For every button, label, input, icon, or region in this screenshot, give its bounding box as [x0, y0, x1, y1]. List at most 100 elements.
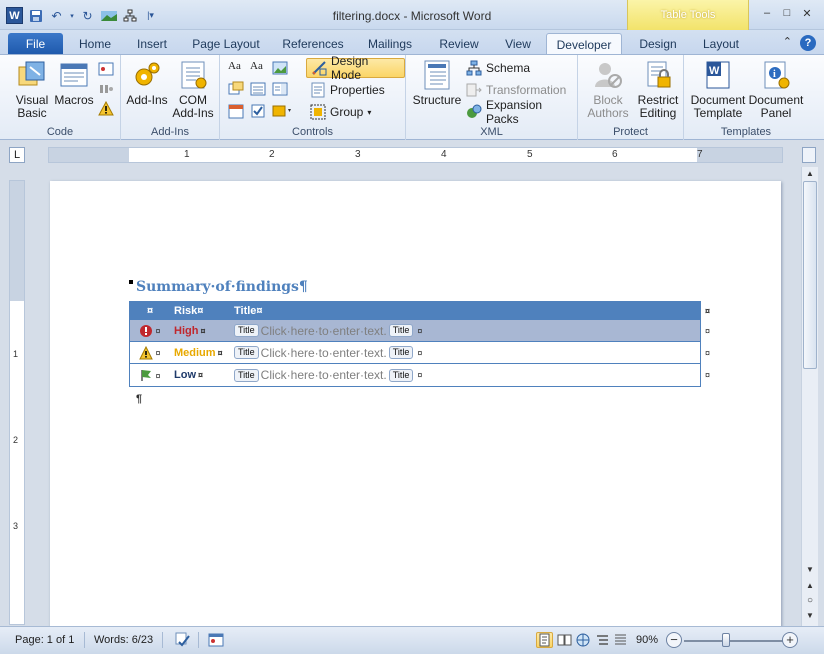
view-ruler-button[interactable] [802, 147, 816, 163]
table-row[interactable]: ¤ Medium ¤ Title Click·here·to·enter·text… [130, 342, 710, 364]
header-cell-risk[interactable]: Risk¤ [170, 305, 228, 317]
tab-selector-button[interactable]: L [9, 147, 25, 163]
document-panel-button[interactable]: i Document Panel [748, 59, 804, 120]
outline-view-icon[interactable] [594, 632, 611, 648]
record-macro-icon[interactable] [98, 61, 114, 77]
scroll-down-arrow-icon[interactable]: ▼ [802, 565, 818, 574]
risk-cell[interactable]: Low ¤ [170, 369, 228, 381]
header-cell-icon[interactable]: ¤ [130, 305, 170, 317]
check-box-control-icon[interactable] [250, 103, 266, 119]
horizontal-ruler[interactable]: 1 2 3 4 5 6 7 [48, 147, 783, 163]
risk-cell[interactable]: Medium ¤ [170, 347, 228, 359]
picture-control-icon[interactable] [272, 60, 288, 76]
table-row[interactable]: ¤ High ¤ Title Click·here·to·enter·text. … [130, 320, 710, 342]
tab-mailings[interactable]: Mailings [360, 33, 420, 54]
tab-view[interactable]: View [496, 33, 540, 54]
proofing-icon[interactable] [174, 632, 191, 648]
date-picker-control-icon[interactable] [228, 103, 244, 119]
restrict-editing-button[interactable]: Restrict Editing [634, 59, 682, 120]
scrollbar-thumb[interactable] [803, 181, 817, 369]
close-button[interactable]: ✕ [800, 7, 814, 20]
web-layout-icon[interactable] [575, 632, 592, 648]
word-count[interactable]: Words: 6/23 [94, 634, 153, 646]
vertical-ruler[interactable]: 1 2 3 [9, 180, 25, 625]
print-layout-view-icon[interactable] [536, 632, 553, 648]
gear-icon [131, 59, 163, 91]
draft-view-icon[interactable] [612, 632, 629, 648]
page[interactable]: Summary·of·findings¶ ¤ Risk¤ Title¤ ¤ ¤ … [50, 181, 781, 626]
drop-down-control-icon[interactable] [272, 81, 288, 97]
add-ins-button[interactable]: Add-Ins [125, 59, 169, 107]
risk-icon-cell[interactable]: ¤ [130, 323, 170, 338]
risk-cell[interactable]: High ¤ [170, 325, 228, 337]
title-cell[interactable]: Title Click·here·to·enter·text. Title ¤ [228, 324, 700, 338]
risk-icon-cell[interactable]: ¤ [130, 345, 170, 360]
structure-button[interactable]: Structure [412, 59, 462, 107]
com-add-ins-button[interactable]: COM Add-Ins [171, 59, 215, 120]
select-browse-object-icon[interactable]: ○ [802, 595, 818, 606]
tab-design[interactable]: Design [630, 33, 686, 54]
tab-layout[interactable]: Layout [694, 33, 748, 54]
restore-button[interactable]: □ [780, 7, 794, 20]
vertical-scrollbar[interactable]: ▲ ▼ ▲ ○ ▼ [801, 167, 818, 626]
content-control-placeholder[interactable]: Click·here·to·enter·text. [261, 346, 387, 360]
tab-page-layout[interactable]: Page Layout [186, 33, 266, 54]
tab-developer[interactable]: Developer [546, 33, 622, 54]
pause-recording-icon[interactable] [98, 81, 114, 97]
row-end-mark: ¤ [704, 347, 710, 358]
legacy-tools-icon[interactable] [272, 103, 294, 119]
properties-button[interactable]: Properties [310, 80, 385, 100]
macro-recording-icon[interactable] [208, 632, 225, 648]
expansion-packs-button[interactable]: Expansion Packs [466, 98, 577, 126]
header-cell-title[interactable]: Title¤ [228, 305, 700, 317]
ruler-right-margin [697, 148, 782, 162]
minimize-ribbon-icon[interactable]: ⌃ [783, 35, 792, 51]
zoom-level[interactable]: 90% [636, 634, 658, 646]
page-count[interactable]: Page: 1 of 1 [15, 634, 74, 646]
content-control-start-tag[interactable]: Title [234, 368, 259, 382]
zoom-in-icon[interactable]: + [782, 632, 798, 648]
zoom-slider-thumb[interactable] [722, 633, 730, 647]
full-screen-reading-icon[interactable] [556, 632, 573, 648]
block-authors-button[interactable]: Block Authors [584, 59, 632, 120]
findings-table[interactable]: ¤ Risk¤ Title¤ ¤ ¤ High ¤ Title Click·her… [129, 301, 710, 387]
title-cell[interactable]: Title Click·here·to·enter·text. Title ¤ [228, 368, 700, 382]
visual-basic-button[interactable]: Visual Basic [10, 59, 54, 120]
content-control-start-tag[interactable]: Title [234, 324, 259, 337]
table-header-row[interactable]: ¤ Risk¤ Title¤ ¤ [130, 302, 710, 320]
tab-insert[interactable]: Insert [128, 33, 176, 54]
combo-box-control-icon[interactable] [250, 81, 266, 97]
document-heading[interactable]: Summary·of·findings¶ [136, 279, 308, 295]
zoom-slider-track[interactable] [684, 640, 784, 642]
macro-security-icon[interactable] [98, 100, 114, 117]
next-page-icon[interactable]: ▼ [802, 611, 818, 620]
tab-home[interactable]: Home [72, 33, 118, 54]
previous-page-icon[interactable]: ▲ [802, 581, 818, 590]
building-block-control-icon[interactable] [228, 81, 244, 97]
content-control-placeholder[interactable]: Click·here·to·enter·text. [261, 368, 387, 382]
macros-button[interactable]: Macros [54, 59, 94, 107]
content-control-end-tag[interactable]: Title [388, 368, 414, 382]
tab-file[interactable]: File [8, 33, 63, 54]
group-button[interactable]: Group ▾ [310, 102, 371, 122]
zoom-out-icon[interactable]: − [666, 632, 682, 648]
content-control-end-tag[interactable]: Title [388, 346, 414, 359]
tab-references[interactable]: References [276, 33, 350, 54]
title-cell[interactable]: Title Click·here·to·enter·text. Title ¤ [228, 346, 700, 360]
table-row[interactable]: ¤ Low ¤ Title Click·here·to·enter·text. T… [130, 364, 710, 386]
content-control-placeholder[interactable]: Click·here·to·enter·text. [261, 324, 387, 338]
schema-button[interactable]: Schema [466, 58, 530, 78]
tab-review[interactable]: Review [430, 33, 488, 54]
rich-text-control-icon[interactable]: Aa [228, 60, 244, 76]
plain-text-control-icon[interactable]: Aa [250, 60, 266, 76]
risk-icon-cell[interactable]: ¤ [130, 368, 170, 383]
content-control-end-tag[interactable]: Title [388, 324, 414, 337]
content-control-start-tag[interactable]: Title [234, 346, 259, 359]
paragraph-mark[interactable]: ¶ [136, 393, 142, 405]
transformation-button[interactable]: Transformation [466, 80, 566, 100]
scroll-up-arrow-icon[interactable]: ▲ [802, 169, 818, 178]
document-template-button[interactable]: W Document Template [688, 59, 748, 120]
help-icon[interactable]: ? [800, 35, 816, 51]
minimize-button[interactable]: – [760, 7, 774, 20]
design-mode-button[interactable]: Design Mode [306, 54, 405, 82]
